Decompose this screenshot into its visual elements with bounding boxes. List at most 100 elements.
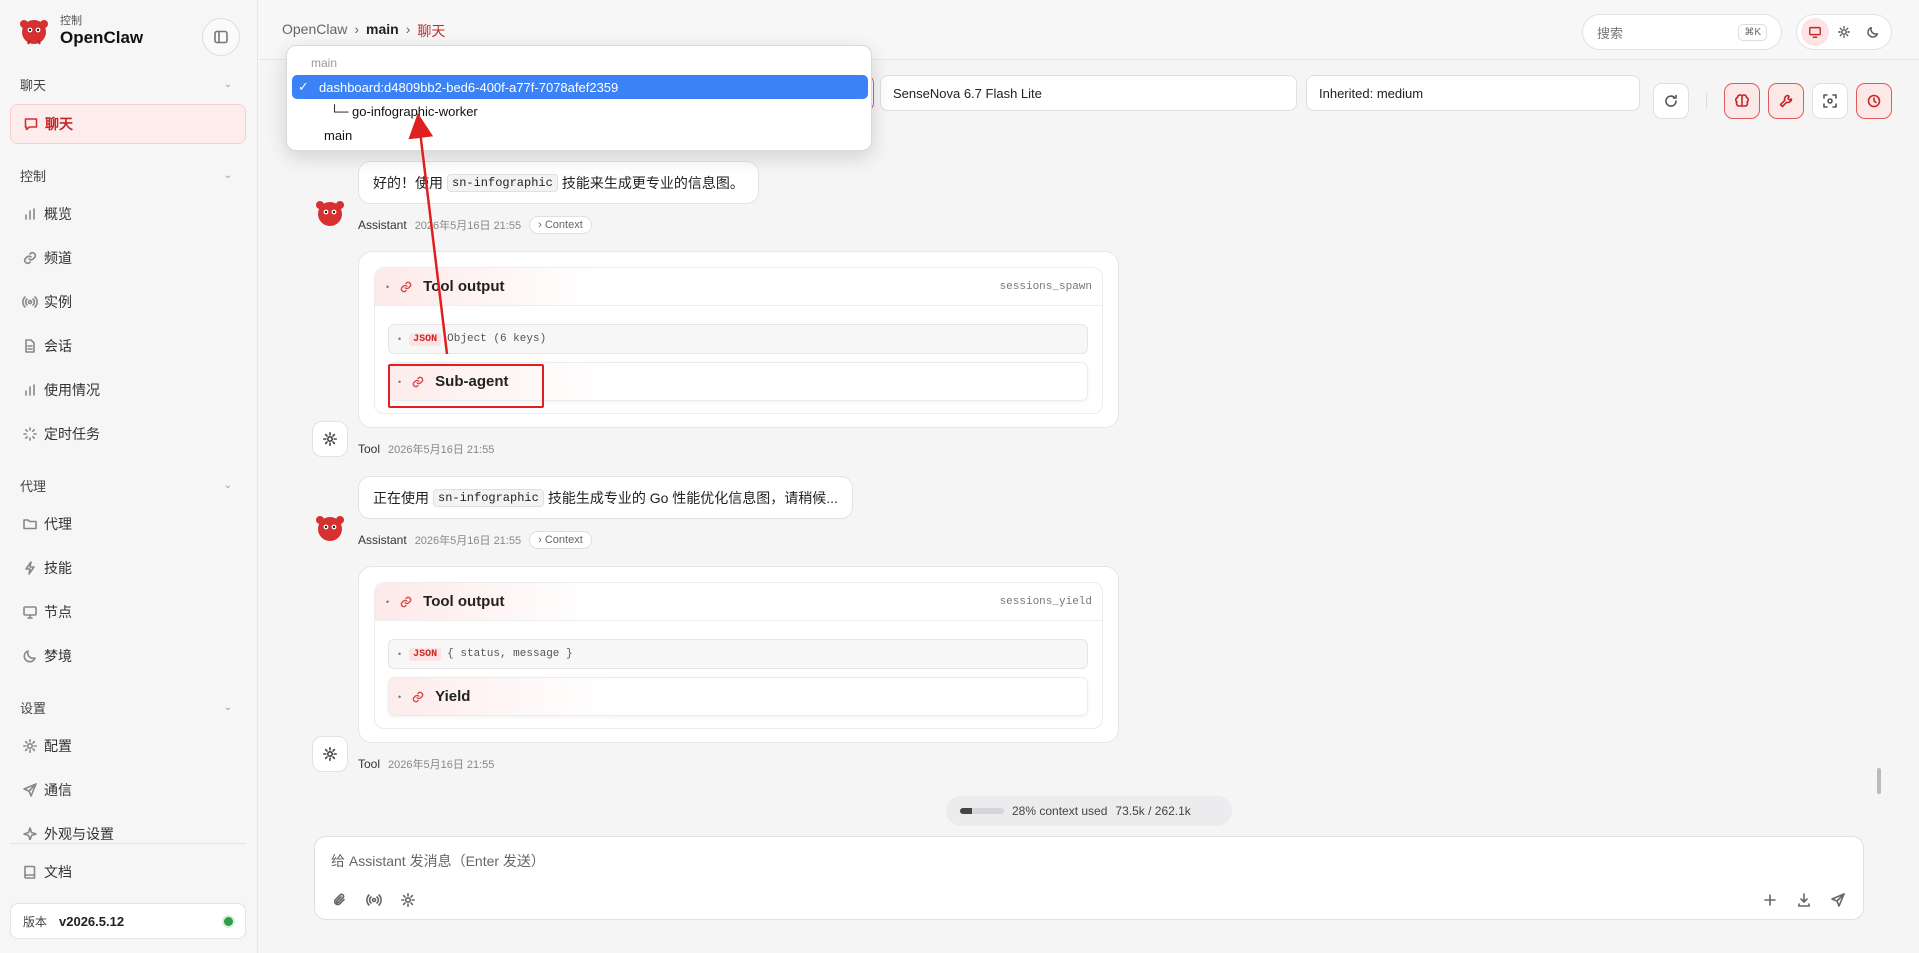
chevron-down-icon: ⌄ bbox=[223, 170, 232, 181]
sidebar-item-instances[interactable]: 实例 bbox=[10, 282, 246, 322]
sidebar-item-overview[interactable]: 概览 bbox=[10, 194, 246, 234]
brand[interactable]: 控制 OpenClaw bbox=[17, 14, 143, 48]
thinking-select[interactable]: Inherited: medium bbox=[1306, 75, 1640, 111]
tool-link-icon bbox=[412, 691, 424, 702]
sidebar-item-label: 频道 bbox=[44, 250, 72, 266]
sun-icon[interactable] bbox=[1830, 18, 1858, 46]
tool-output-header[interactable]: • Tool output sessions_spawn bbox=[375, 268, 1102, 306]
session-option-dashboard[interactable]: ✓ dashboard:d4809bb2-bed6-400f-a77f-7078… bbox=[292, 75, 868, 99]
sidebar-item-label: 使用情况 bbox=[44, 382, 100, 398]
sidebar-divider bbox=[10, 843, 246, 844]
session-option-worker[interactable]: └─ go-infographic-worker bbox=[292, 99, 868, 123]
sidebar-item-chat[interactable]: 聊天 bbox=[10, 104, 246, 144]
focus-mode-button[interactable] bbox=[1812, 83, 1848, 119]
sidebar-item-config[interactable]: 配置 bbox=[10, 726, 246, 766]
search-input[interactable]: 搜索 ⌘K bbox=[1582, 14, 1782, 50]
chat-scrollbar[interactable] bbox=[1877, 768, 1881, 794]
context-toggle[interactable]: › Context bbox=[529, 531, 592, 549]
session-option-main[interactable]: main bbox=[292, 123, 868, 147]
context-toggle[interactable]: › Context bbox=[529, 216, 592, 234]
moon-icon[interactable] bbox=[1859, 18, 1887, 46]
sidebar-item-cron[interactable]: 定时任务 bbox=[10, 414, 246, 454]
sidebar-item-label: 实例 bbox=[44, 294, 72, 310]
sidebar-item-comms[interactable]: 通信 bbox=[10, 770, 246, 810]
model-value: SenseNova 6.7 Flash Lite bbox=[893, 85, 1042, 101]
sidebar-item-label: 梦境 bbox=[44, 648, 72, 664]
json-badge: JSON bbox=[409, 647, 442, 661]
thinking-value: Inherited: medium bbox=[1319, 85, 1424, 101]
sidebar-item-skills[interactable]: 技能 bbox=[10, 548, 246, 588]
json-summary: Object (6 keys) bbox=[447, 333, 547, 345]
context-label: Context bbox=[544, 534, 583, 546]
option-label: dashboard:d4809bb2-bed6-400f-a77f-7078af… bbox=[319, 79, 619, 95]
tool-output-header[interactable]: • Tool output sessions_yield bbox=[375, 583, 1102, 621]
status-dot bbox=[224, 916, 233, 926]
sidebar-item-label: 概览 bbox=[44, 206, 72, 222]
group-label: 聊天 bbox=[20, 78, 47, 93]
new-session-button[interactable] bbox=[1759, 889, 1781, 911]
context-label: Context bbox=[544, 219, 583, 231]
attach-button[interactable] bbox=[329, 889, 351, 911]
refresh-icon bbox=[1665, 94, 1677, 107]
sidebar-item-usage[interactable]: 使用情况 bbox=[10, 370, 246, 410]
sidebar-item-label: 外观与设置 bbox=[44, 826, 114, 840]
moon-icon bbox=[22, 648, 44, 664]
message-text: 技能来生成更专业的信息图。 bbox=[561, 174, 744, 191]
sidebar-item-label: 聊天 bbox=[45, 116, 73, 132]
export-button[interactable] bbox=[1793, 889, 1815, 911]
model-select[interactable]: SenseNova 6.7 Flash Lite bbox=[880, 75, 1297, 111]
group-control-header[interactable]: 控制 ⌄ bbox=[20, 166, 232, 185]
sidebar-item-agents[interactable]: 代理 bbox=[10, 504, 246, 544]
tools-toggle-button[interactable] bbox=[1768, 83, 1804, 119]
message-meta: Assistant 2026年5月16日 21:55 › Context bbox=[358, 531, 592, 549]
tool-output-title: Tool output bbox=[423, 593, 505, 610]
composer-settings-button[interactable] bbox=[397, 889, 419, 911]
sidebar-item-docs[interactable]: 文档 bbox=[10, 852, 246, 892]
sidebar-item-label: 会话 bbox=[44, 338, 72, 354]
sidebar-item-dreams[interactable]: 梦境 bbox=[10, 636, 246, 676]
voice-button[interactable] bbox=[363, 889, 385, 911]
sidebar-collapse-button[interactable] bbox=[202, 18, 240, 56]
chevron-down-icon: ⌄ bbox=[223, 480, 232, 491]
tool-output-panel: • Tool output sessions_yield • JSON { st… bbox=[374, 582, 1103, 729]
tool-name-tag: sessions_spawn bbox=[999, 280, 1092, 293]
refresh-button[interactable] bbox=[1653, 83, 1689, 119]
tool-link-icon bbox=[400, 596, 412, 607]
monitor-icon[interactable] bbox=[1800, 18, 1829, 46]
tool-name-tag: sessions_yield bbox=[999, 595, 1092, 608]
sidebar-item-nodes[interactable]: 节点 bbox=[10, 592, 246, 632]
group-chat-header[interactable]: 聊天 ⌄ bbox=[20, 75, 232, 94]
plus-icon bbox=[1764, 894, 1776, 906]
message-composer[interactable]: 给 Assistant 发消息（Enter 发送） bbox=[314, 836, 1864, 920]
lightning-icon bbox=[22, 560, 44, 576]
json-toggle[interactable]: • JSON Object (6 keys) bbox=[388, 324, 1088, 354]
history-button[interactable] bbox=[1856, 83, 1892, 119]
version-value: v2026.5.12 bbox=[59, 913, 125, 929]
monitor-icon bbox=[22, 604, 44, 620]
context-usage-detail: 73.5k / 262.1k bbox=[1115, 804, 1191, 818]
sidebar-item-appearance[interactable]: 外观与设置 bbox=[10, 814, 246, 840]
breadcrumb: OpenClaw › main › 聊天 bbox=[282, 21, 445, 41]
message-meta: Tool 2026年5月16日 21:55 bbox=[358, 756, 494, 772]
assistant-message: 正在使用 sn-infographic 技能生成专业的 Go 性能优化信息图，请… bbox=[358, 476, 853, 519]
send-button[interactable] bbox=[1827, 889, 1849, 911]
group-settings-header[interactable]: 设置 ⌄ bbox=[20, 698, 232, 717]
sidebar-item-label: 技能 bbox=[44, 560, 72, 576]
broadcast-icon bbox=[22, 294, 44, 310]
bullet-icon: • bbox=[386, 281, 390, 292]
search-shortcut: ⌘K bbox=[1738, 23, 1767, 41]
thinking-toggle-button[interactable] bbox=[1724, 83, 1760, 119]
assistant-avatar bbox=[316, 516, 344, 541]
group-agent-header[interactable]: 代理 ⌄ bbox=[20, 476, 232, 495]
yield-row[interactable]: • Yield bbox=[388, 677, 1088, 716]
sidebar-item-label: 通信 bbox=[44, 782, 72, 798]
send-icon bbox=[22, 782, 44, 798]
brand-name: OpenClaw bbox=[60, 27, 144, 47]
json-toggle[interactable]: • JSON { status, message } bbox=[388, 639, 1088, 669]
sidebar-item-sessions[interactable]: 会话 bbox=[10, 326, 246, 366]
breadcrumb-agent[interactable]: main bbox=[366, 21, 399, 41]
sidebar-item-channels[interactable]: 频道 bbox=[10, 238, 246, 278]
version-badge: 版本 v2026.5.12 bbox=[10, 903, 246, 939]
breadcrumb-root[interactable]: OpenClaw bbox=[282, 21, 347, 41]
document-icon bbox=[22, 338, 44, 354]
